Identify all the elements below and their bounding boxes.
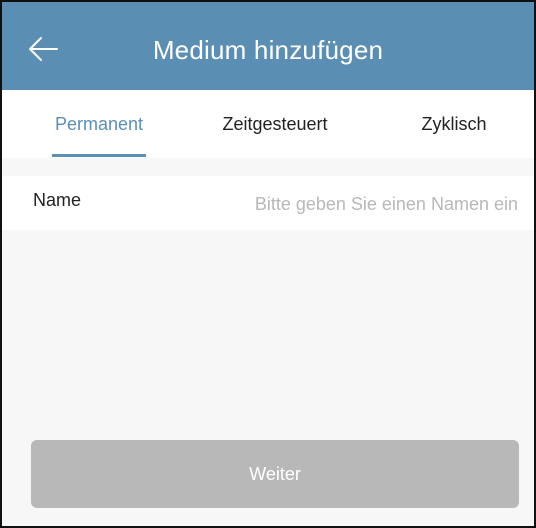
tab-permanent[interactable]: Permanent xyxy=(52,90,146,158)
top-app-bar: Medium hinzufügen xyxy=(2,2,534,90)
arrow-left-icon xyxy=(29,37,58,61)
app-screen: Medium hinzufügen Permanent Zeitgesteuer… xyxy=(0,0,536,528)
name-input[interactable] xyxy=(176,184,520,224)
page-title: Medium hinzufügen xyxy=(152,35,384,65)
tab-zyklisch[interactable]: Zyklisch xyxy=(409,90,499,158)
next-button[interactable]: Weiter xyxy=(31,440,519,508)
active-tab-indicator xyxy=(52,154,146,157)
back-button[interactable] xyxy=(20,26,66,72)
name-label: Name xyxy=(33,190,82,210)
name-row: Name xyxy=(2,176,534,230)
tab-bar: Permanent Zeitgesteuert Zyklisch xyxy=(2,90,534,158)
tab-zeitgesteuert[interactable]: Zeitgesteuert xyxy=(209,90,341,158)
